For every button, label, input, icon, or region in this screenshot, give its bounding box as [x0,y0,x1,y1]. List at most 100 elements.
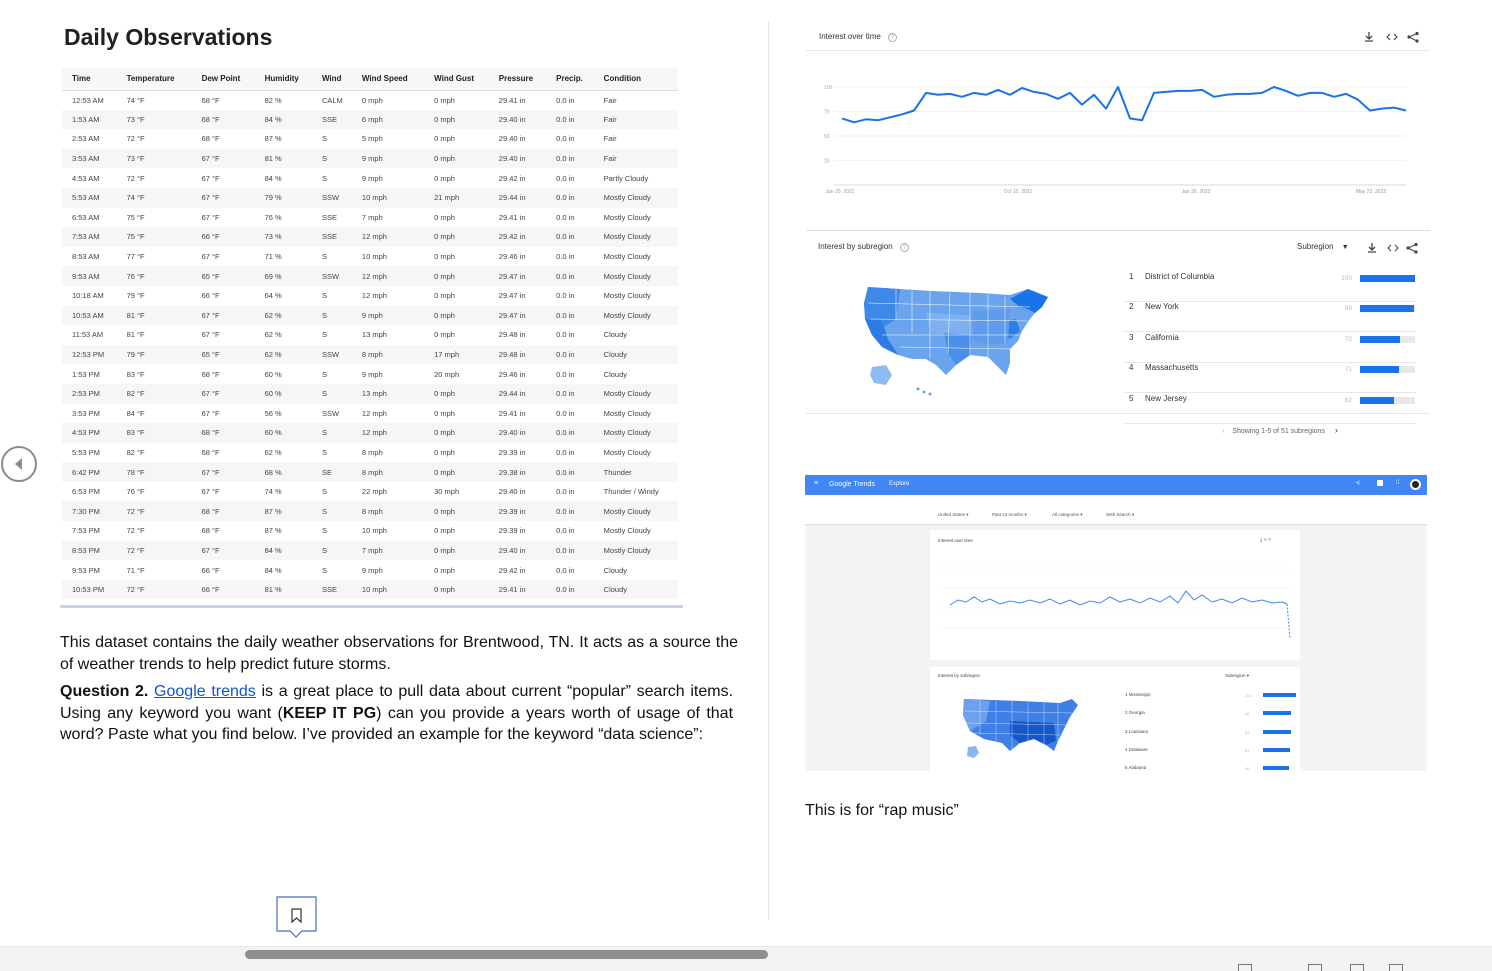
embedded-us-map [963,699,1078,758]
table-cell: 68 % [254,462,312,482]
interest-by-subregion-title: Interest by subregion ? [818,242,909,252]
value-bar-track [1360,335,1415,343]
table-cell: Cloudy [593,579,678,600]
subregion-row[interactable]: 2 New York 99 [1124,302,1416,333]
table-cell: 83 °F [126,369,145,379]
table-cell: 0.0 in [546,501,594,522]
embed-icon[interactable] [1387,244,1399,252]
avatar[interactable] [1410,479,1421,490]
embedded-actions-icon[interactable]: ⤓ ‹› < [1260,537,1271,543]
table-cell: 87 % [264,134,282,144]
next-page-icon[interactable]: › [1335,425,1338,435]
table-cell: 84 % [254,109,312,130]
table-cell: 0.0 in [546,148,594,169]
subregion-row[interactable]: 1 District of Columbia 100 [1124,272,1416,302]
table-row: 5:53 AM 74 °F 67 °F 79 % SSW 10 mph 21 mph 29.4… [62,187,678,208]
table-cell: 29.44 in [488,187,547,208]
share-icon[interactable] [1406,242,1418,254]
fit-page-icon[interactable] [1238,964,1252,971]
table-row: 7:30 PM 72 °F 68 °F 87 % S 8 mph 0 mph 29.39 in… [62,501,678,522]
table-cell: 6 mph [351,109,425,130]
table-cell: 29.40 in [488,109,547,130]
table-cell: 60 % [264,369,282,379]
share-icon[interactable]: < [1356,480,1360,487]
subregion-row[interactable]: 5 New Jersey 62 [1124,394,1416,424]
table-cell: 77 °F [126,252,145,262]
apps-icon[interactable]: ⁞⁞ [1396,480,1399,486]
table-cell: 0.0 in [546,383,594,404]
previous-page-button[interactable] [1,446,37,482]
table-cell: 10 mph [351,579,425,600]
table-cell: 0.0 in [546,109,594,130]
table-cell: 8 mph [351,462,425,482]
table-cell: 73 °F [116,148,192,169]
subregion-row[interactable]: 4 Massachusetts 71 [1124,363,1416,394]
chart-actions [1365,31,1419,43]
table-cell: 0.0 in [556,330,575,340]
feedback-icon[interactable] [1377,480,1383,486]
single-page-view-icon[interactable] [1350,964,1364,971]
table-cell: 67 °F [201,212,220,222]
trends-filter-bar: United States ▾ Past 12 months ▾ All cat… [805,495,1427,525]
embedded-iot-title: Interest over time [938,538,973,543]
table-cell: 0 mph [361,95,383,105]
table-cell: 67 °F [191,540,255,561]
table-cell: 68 °F [201,526,220,536]
x-tick-label: May 22, 2022 [1356,189,1387,195]
share-icon[interactable] [1407,31,1419,43]
prev-page-icon[interactable]: ‹ [1222,428,1224,435]
page-title: Daily Observations [64,24,273,50]
table-cell: S [311,305,352,326]
explore-label: Explore [889,481,910,487]
menu-icon[interactable]: ≡ [814,480,818,487]
pagination-footer: ‹ Showing 1-5 of 51 subregions › [1222,425,1338,435]
download-icon[interactable] [1365,32,1373,42]
google-trends-link[interactable]: Google trends [154,683,256,700]
interest-over-time-chart: 100 75 50 25 Jun 20, 2021 Oct 10, 2021 Jan 30… [824,85,1407,195]
table-cell: 0.0 in [556,252,575,262]
table-cell: S [321,487,327,497]
y-tick-label: 50 [824,134,830,140]
embedded-sub-selector[interactable]: Subregion ▾ [1225,673,1249,679]
table-cell: 0.0 in [556,447,575,457]
table-cell: 81 % [254,148,312,169]
table-cell: 0 mph [434,252,455,262]
filter-timeframe[interactable]: Past 12 months ▾ [992,512,1027,518]
table-cell: 8:53 PM [62,540,117,561]
table-row: 4:53 AM 72 °F 67 °F 84 % S 9 mph 0 mph 29.42 in… [62,168,678,188]
table-cell: Mostly Cloudy [603,291,651,301]
table-cell: 11:53 AM [72,330,104,340]
two-page-view-icon[interactable] [1308,964,1322,971]
y-tick-label: 25 [824,159,830,165]
table-cell: 29.46 in [498,252,526,262]
download-icon[interactable] [1368,243,1376,253]
table-cell: Cloudy [603,369,628,379]
scrollbar-thumb[interactable] [245,950,768,959]
table-cell: 81 °F [126,330,145,340]
table-cell: 8 mph [351,344,425,365]
scroll-view-icon[interactable] [1389,964,1403,971]
table-cell: S [311,540,352,561]
table-cell: 29.46 in [498,369,526,379]
filter-category[interactable]: All categories ▾ [1052,512,1083,518]
filter-region[interactable]: United States ▾ [938,512,969,518]
table-cell: SSW [311,266,352,286]
table-cell: 3:53 AM [62,148,117,169]
help-icon[interactable]: ? [899,243,909,252]
table-row: 9:53 PM 71 °F 66 °F 84 % S 9 mph 0 mph 29.42 in… [62,560,678,580]
table-cell: 29.40 in [488,540,547,561]
embed-icon[interactable] [1386,33,1398,41]
table-cell: 29.39 in [498,526,526,536]
table-cell: 0.0 in [556,487,575,497]
column-header: Time [62,68,117,91]
help-icon[interactable]: ? [888,33,898,42]
filter-search-type[interactable]: Web Search ▾ [1106,512,1134,518]
table-row: 6:53 AM 75 °F 67 °F 76 % SSE 7 mph 0 mph 29.41 … [62,208,678,228]
table-cell: 29.41 in [498,408,526,418]
subregion-selector[interactable]: Subregion ▼ [1297,242,1349,251]
bookmark-button[interactable] [276,896,317,938]
table-cell: 72 °F [116,501,192,522]
subregion-row[interactable]: 3 California 72 [1124,333,1416,363]
table-cell: 3:53 PM [72,408,100,418]
embedded-rank-label: 5 Alabama [1125,765,1147,771]
